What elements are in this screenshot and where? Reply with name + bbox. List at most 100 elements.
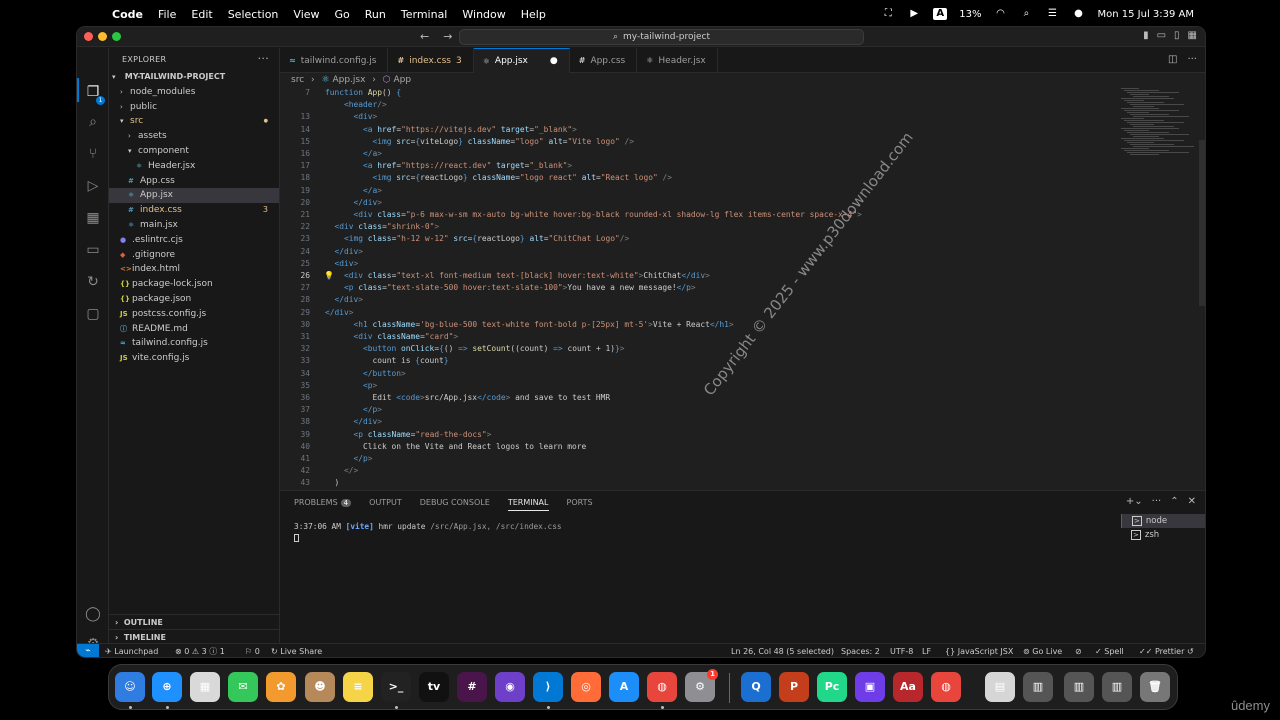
code-line[interactable]: 42 </> [280,465,1120,477]
folder-item[interactable]: ▾ component [109,144,279,159]
input-source-icon[interactable]: A [933,8,948,20]
code-line[interactable]: 17 <a href="https://react.dev" target="_… [280,160,1120,172]
code-line[interactable]: 37 </p> [280,404,1120,416]
menu-selection[interactable]: Selection [228,8,279,21]
remote-explorer-icon[interactable]: ▭ [83,240,103,260]
file-item[interactable]: ⚛ App.jsx [109,188,279,204]
code-line[interactable]: 31 <div className="card"> [280,331,1120,343]
folder-stack-icon[interactable]: ▥ [1023,672,1053,702]
lightbulb-icon[interactable]: 💡 [324,270,334,282]
command-center[interactable]: ⌕ my-tailwind-project [459,29,864,45]
vscode-icon[interactable]: ⟩ [533,672,563,702]
menu-file[interactable]: File [158,8,176,21]
encoding[interactable]: UTF-8 [890,644,913,657]
language-mode[interactable]: {} JavaScript JSX [945,644,1013,657]
breadcrumb-symbol[interactable]: App [394,75,412,85]
code-line[interactable]: 29 </div> [280,307,1120,319]
code-line[interactable]: 19 </a> [280,185,1120,197]
battery-percent[interactable]: 13% [959,9,981,20]
pycharm-icon[interactable]: Pc [817,672,847,702]
editor-tab[interactable]: ⚛ Header.jsx [637,48,718,73]
menu-view[interactable]: View [293,8,319,21]
slack-icon[interactable]: # [457,672,487,702]
folder-item[interactable]: › node_modules [109,85,279,100]
more-actions-icon[interactable]: ··· [1152,496,1162,507]
photos-icon[interactable]: ✿ [266,672,296,702]
code-line[interactable]: 32 <button onClick={() => setCount((coun… [280,343,1120,355]
launchpad-icon[interactable]: ▦ [190,672,220,702]
timeline-section[interactable]: › TIMELINE [109,629,279,644]
close-window-button[interactable] [84,32,93,41]
file-item[interactable]: ● .eslintrc.cjs [109,233,279,248]
launchpad-item[interactable]: ✈ Launchpad [105,644,158,657]
siri-icon[interactable]: ● [1071,8,1085,20]
code-line[interactable]: 24 </div> [280,246,1120,258]
editor-tab[interactable]: # App.css [570,48,638,73]
folder-item[interactable]: › assets [109,129,279,144]
chat-icon[interactable]: ▢ [83,304,103,324]
code-line[interactable]: 39 <p className="read-the-docs"> [280,429,1120,441]
toggle-sidebar-icon[interactable]: ▮ [1143,30,1149,41]
screen-recorder-icon[interactable]: ▣ [855,672,885,702]
finder-icon[interactable]: ☺ [115,672,145,702]
panel-tab[interactable]: PROBLEMS 4 [294,498,352,507]
code-line[interactable]: 38 </div> [280,416,1120,428]
explorer-icon[interactable]: ❐ 1 [83,82,105,105]
split-editor-icon[interactable]: ◫ [1168,54,1177,65]
back-arrow-icon[interactable]: ← [420,30,443,43]
code-line[interactable]: 43 ) [280,477,1120,489]
contacts-icon[interactable]: ☻ [305,672,335,702]
go-live-item[interactable]: ⊚ Go Live [1023,644,1062,657]
file-item[interactable]: {} package-lock.json [109,277,279,292]
file-item[interactable]: JS vite.config.js [109,351,279,366]
chrome-alt-icon[interactable]: ◍ [931,672,961,702]
code-line[interactable]: 25 <div> [280,258,1120,270]
remote-icon[interactable]: ⌁ [77,644,99,657]
code-line[interactable]: 35 <p> [280,380,1120,392]
folder-item[interactable]: ▾ src ● [109,114,279,129]
folder-item[interactable]: › public [109,100,279,115]
breadcrumb-folder[interactable]: src [291,75,304,85]
code-line[interactable]: 21 <div class="p-6 max-w-sm mx-auto bg-w… [280,209,1120,221]
minimap[interactable] [1119,88,1195,158]
code-line[interactable]: 7 function App() { [280,88,1120,99]
source-control-icon[interactable]: ⑂ [83,144,103,164]
more-actions-icon[interactable]: ··· [1187,54,1197,65]
menu-help[interactable]: Help [521,8,546,21]
menu-run[interactable]: Run [365,8,386,21]
problems-item[interactable]: ⊗ 0 ⚠ 3 ⓘ 1 [175,644,225,657]
search-view-icon[interactable]: ⌕ [83,112,103,132]
toggle-panel-icon[interactable]: ▭ [1157,30,1166,41]
extensions-icon[interactable]: ▦ [83,208,103,228]
safari-icon[interactable]: ⊕ [152,672,182,702]
quicktime-icon[interactable]: Q [741,672,771,702]
clock[interactable]: Mon 15 Jul 3:39 AM [1097,9,1194,20]
powerpoint-icon[interactable]: P [779,672,809,702]
app-store-icon[interactable]: A [609,672,639,702]
editor-tab[interactable]: ≈ tailwind.config.js [280,48,389,73]
copilot-icon[interactable]: ⊘ [1075,644,1082,657]
cursor-position[interactable]: Ln 26, Col 48 (5 selected) [731,644,834,657]
panel-tab[interactable]: OUTPUT [369,498,402,507]
postman-icon[interactable]: ◎ [571,672,601,702]
code-line[interactable]: 28 </div> [280,294,1120,306]
code-line[interactable]: 27 <p class="text-slate-500 hover:text-s… [280,282,1120,294]
github-icon[interactable]: ◉ [495,672,525,702]
code-line[interactable]: 41 </p> [280,453,1120,465]
menu-code[interactable]: Code [112,8,143,21]
file-item[interactable]: {} package.json [109,292,279,307]
menu-edit[interactable]: Edit [191,8,212,21]
file-item[interactable]: ⚛ Header.jsx [109,159,279,174]
trash-icon[interactable]: 🗑 [1140,672,1170,702]
chrome-icon[interactable]: ◍ [647,672,677,702]
outline-section[interactable]: › OUTLINE [109,614,279,629]
panel-tab[interactable]: TERMINAL [507,494,549,511]
prettier-item[interactable]: ✓✓ Prettier [1139,644,1184,657]
terminal-node[interactable]: > node [1121,514,1205,528]
code-line[interactable]: <header/> [280,99,1120,111]
code-line[interactable]: 30 <h1 className='bg-blue-500 text-white… [280,319,1120,331]
unsaved-dot-icon[interactable]: ● [550,56,558,66]
code-line[interactable]: 18 <img src={reactLogo} className="logo … [280,172,1120,184]
code-line[interactable]: 23 <img class="h-12 w-12" src={reactLogo… [280,233,1120,245]
preview-icon[interactable]: ▤ [985,672,1015,702]
